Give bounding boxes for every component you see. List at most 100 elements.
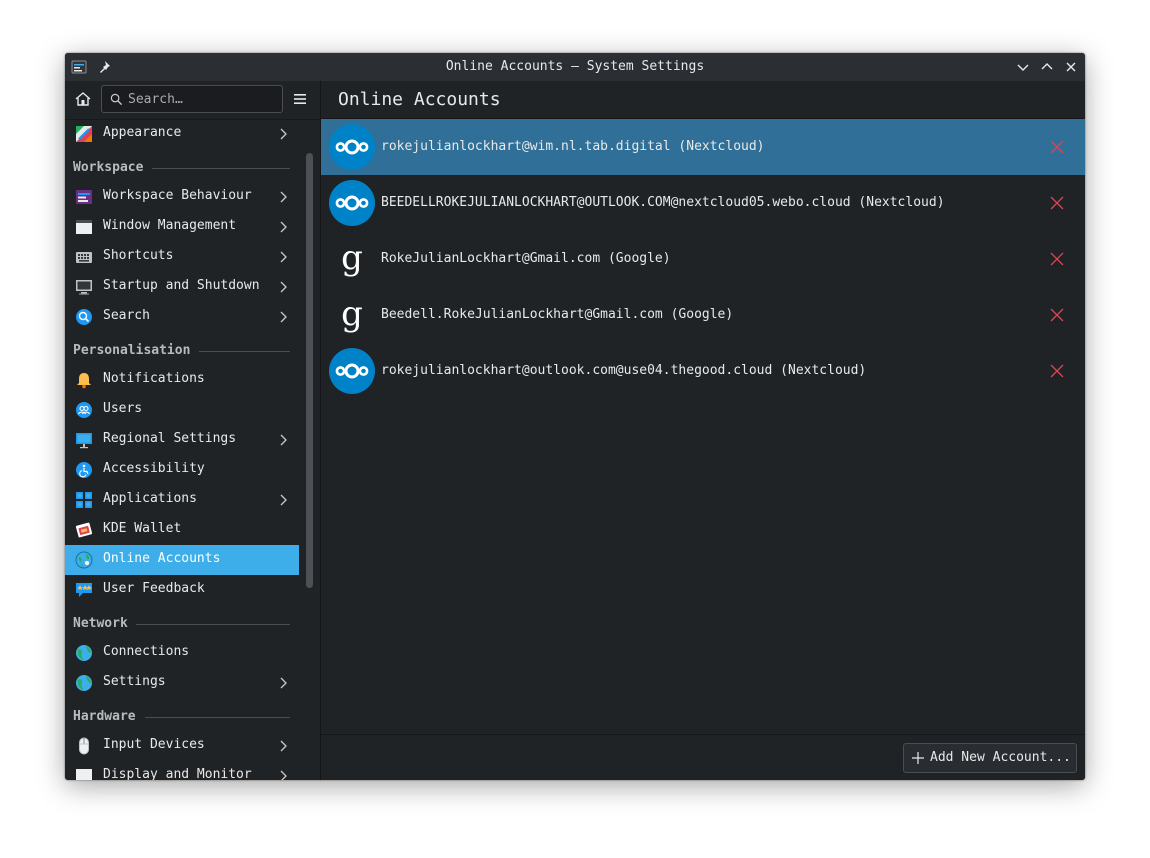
- sidebar: Appearance Workspace Workspace Behaviour…: [65, 81, 320, 780]
- title-bar[interactable]: Online Accounts — System Settings: [65, 53, 1085, 81]
- window-management-icon: [76, 220, 92, 234]
- sidebar-item-accessibility[interactable]: Accessibility: [65, 455, 299, 485]
- appearance-icon: [76, 126, 92, 142]
- sidebar-item-appearance[interactable]: Appearance: [65, 119, 299, 149]
- account-label: RokeJulianLockhart@Gmail.com (Google): [381, 251, 671, 266]
- add-new-account-label: Add New Account...: [930, 750, 1071, 765]
- sidebar-item-shortcuts[interactable]: Shortcuts: [65, 242, 299, 272]
- account-row[interactable]: rokejulianlockhart@outlook.com@use04.the…: [321, 343, 1085, 399]
- section-divider: [199, 351, 290, 352]
- applications-icon: [76, 492, 92, 508]
- section-divider: [136, 624, 290, 625]
- sidebar-item-label: Startup and Shutdown: [103, 278, 260, 293]
- mouse-icon: [79, 737, 89, 755]
- feedback-icon: [76, 583, 92, 597]
- sidebar-item-connections[interactable]: Connections: [65, 638, 299, 668]
- keyboard-icon: [76, 252, 92, 263]
- chevron-right-icon: [280, 770, 287, 780]
- sidebar-item-label: Workspace Behaviour: [103, 188, 252, 203]
- regional-icon: [76, 433, 92, 449]
- accessibility-icon: [76, 462, 92, 478]
- section-divider: [145, 717, 290, 718]
- sidebar-item-label: Online Accounts: [103, 551, 221, 566]
- monitor-icon: [76, 769, 92, 780]
- chevron-right-icon: [280, 494, 287, 506]
- window-title: Online Accounts — System Settings: [445, 59, 705, 74]
- sidebar-item-label: Shortcuts: [103, 248, 174, 263]
- search-icon: [76, 309, 92, 325]
- section-header-hardware: Hardware: [73, 709, 136, 724]
- close-button[interactable]: [1063, 59, 1079, 75]
- section-header-workspace: Workspace: [73, 160, 144, 175]
- svg-text:g: g: [341, 294, 363, 334]
- users-icon: [76, 402, 92, 418]
- sidebar-item-online-accounts[interactable]: Online Accounts: [65, 545, 299, 575]
- search-icon: [110, 93, 123, 106]
- sidebar-item-label: Connections: [103, 644, 190, 659]
- sidebar-item-label: KDE Wallet: [103, 521, 182, 536]
- google-icon: g: [341, 238, 363, 278]
- sidebar-item-label: Settings: [103, 674, 166, 689]
- maximize-button[interactable]: [1039, 59, 1055, 75]
- add-new-account-button[interactable]: Add New Account...: [903, 743, 1077, 773]
- remove-account-icon[interactable]: [1050, 252, 1064, 266]
- sidebar-item-search[interactable]: Search: [65, 302, 299, 332]
- search-field[interactable]: [101, 85, 283, 113]
- sidebar-item-label: Accessibility: [103, 461, 205, 476]
- nextcloud-icon: [329, 348, 375, 394]
- account-label: Beedell.RokeJulianLockhart@Gmail.com (Go…: [381, 307, 734, 322]
- startup-icon: [76, 280, 92, 295]
- remove-account-icon[interactable]: [1050, 364, 1064, 378]
- account-row[interactable]: g Beedell.RokeJulianLockhart@Gmail.com (…: [321, 287, 1085, 343]
- sidebar-item-applications[interactable]: Applications: [65, 485, 299, 515]
- sidebar-item-network-settings[interactable]: Settings: [65, 668, 299, 698]
- sidebar-item-user-feedback[interactable]: User Feedback: [65, 575, 299, 605]
- hamburger-menu-icon[interactable]: [292, 91, 308, 107]
- sidebar-item-label: Search: [103, 308, 150, 323]
- main-content: Online Accounts rokejulianlockhart@wim.n…: [321, 81, 1085, 780]
- chevron-right-icon: [280, 128, 287, 140]
- section-header-personalisation: Personalisation: [73, 343, 191, 358]
- nextcloud-icon: [329, 124, 375, 170]
- remove-account-icon[interactable]: [1050, 308, 1064, 322]
- sidebar-header: [65, 81, 320, 119]
- globe-icon: [76, 645, 92, 661]
- sidebar-item-startup-and-shutdown[interactable]: Startup and Shutdown: [65, 272, 299, 302]
- sidebar-item-label: Regional Settings: [103, 431, 237, 446]
- sidebar-item-input-devices[interactable]: Input Devices: [65, 731, 299, 761]
- chevron-right-icon: [280, 281, 287, 293]
- nextcloud-icon: [329, 180, 375, 226]
- plus-icon: [912, 752, 924, 764]
- sidebar-item-label: Applications: [103, 491, 197, 506]
- sidebar-item-workspace-behaviour[interactable]: Workspace Behaviour: [65, 182, 299, 212]
- sidebar-item-display-and-monitor[interactable]: Display and Monitor: [65, 761, 299, 780]
- sidebar-item-label: Input Devices: [103, 737, 205, 752]
- sidebar-item-label: Window Management: [103, 218, 237, 233]
- sidebar-item-notifications[interactable]: Notifications: [65, 365, 299, 395]
- sidebar-item-window-management[interactable]: Window Management: [65, 212, 299, 242]
- minimize-button[interactable]: [1015, 59, 1031, 75]
- account-label: BEEDELLROKEJULIANLOCKHART@OUTLOOK.COM@ne…: [381, 195, 945, 210]
- bell-icon: [77, 373, 91, 389]
- sidebar-item-users[interactable]: Users: [65, 395, 299, 425]
- sidebar-item-kde-wallet[interactable]: KDE Wallet: [65, 515, 299, 545]
- sidebar-item-regional-settings[interactable]: Regional Settings: [65, 425, 299, 455]
- home-icon[interactable]: [74, 90, 92, 108]
- account-label: rokejulianlockhart@wim.nl.tab.digital (N…: [381, 139, 765, 154]
- sidebar-scrollbar[interactable]: [306, 153, 313, 588]
- chevron-right-icon: [280, 191, 287, 203]
- svg-text:g: g: [341, 238, 363, 278]
- page-title: Online Accounts: [338, 89, 501, 110]
- account-row[interactable]: BEEDELLROKEJULIANLOCKHART@OUTLOOK.COM@ne…: [321, 175, 1085, 231]
- system-settings-window: Online Accounts — System Settings Search…: [65, 53, 1085, 780]
- wallet-icon: [75, 522, 93, 538]
- workspace-behaviour-icon: [76, 190, 92, 204]
- search-input[interactable]: [128, 89, 276, 109]
- remove-account-icon[interactable]: [1050, 140, 1064, 154]
- google-icon: g: [341, 294, 363, 334]
- account-row[interactable]: rokejulianlockhart@wim.nl.tab.digital (N…: [321, 119, 1085, 175]
- account-row[interactable]: g RokeJulianLockhart@Gmail.com (Google): [321, 231, 1085, 287]
- remove-account-icon[interactable]: [1050, 196, 1064, 210]
- chevron-right-icon: [280, 740, 287, 752]
- sidebar-item-label: Appearance: [103, 125, 182, 140]
